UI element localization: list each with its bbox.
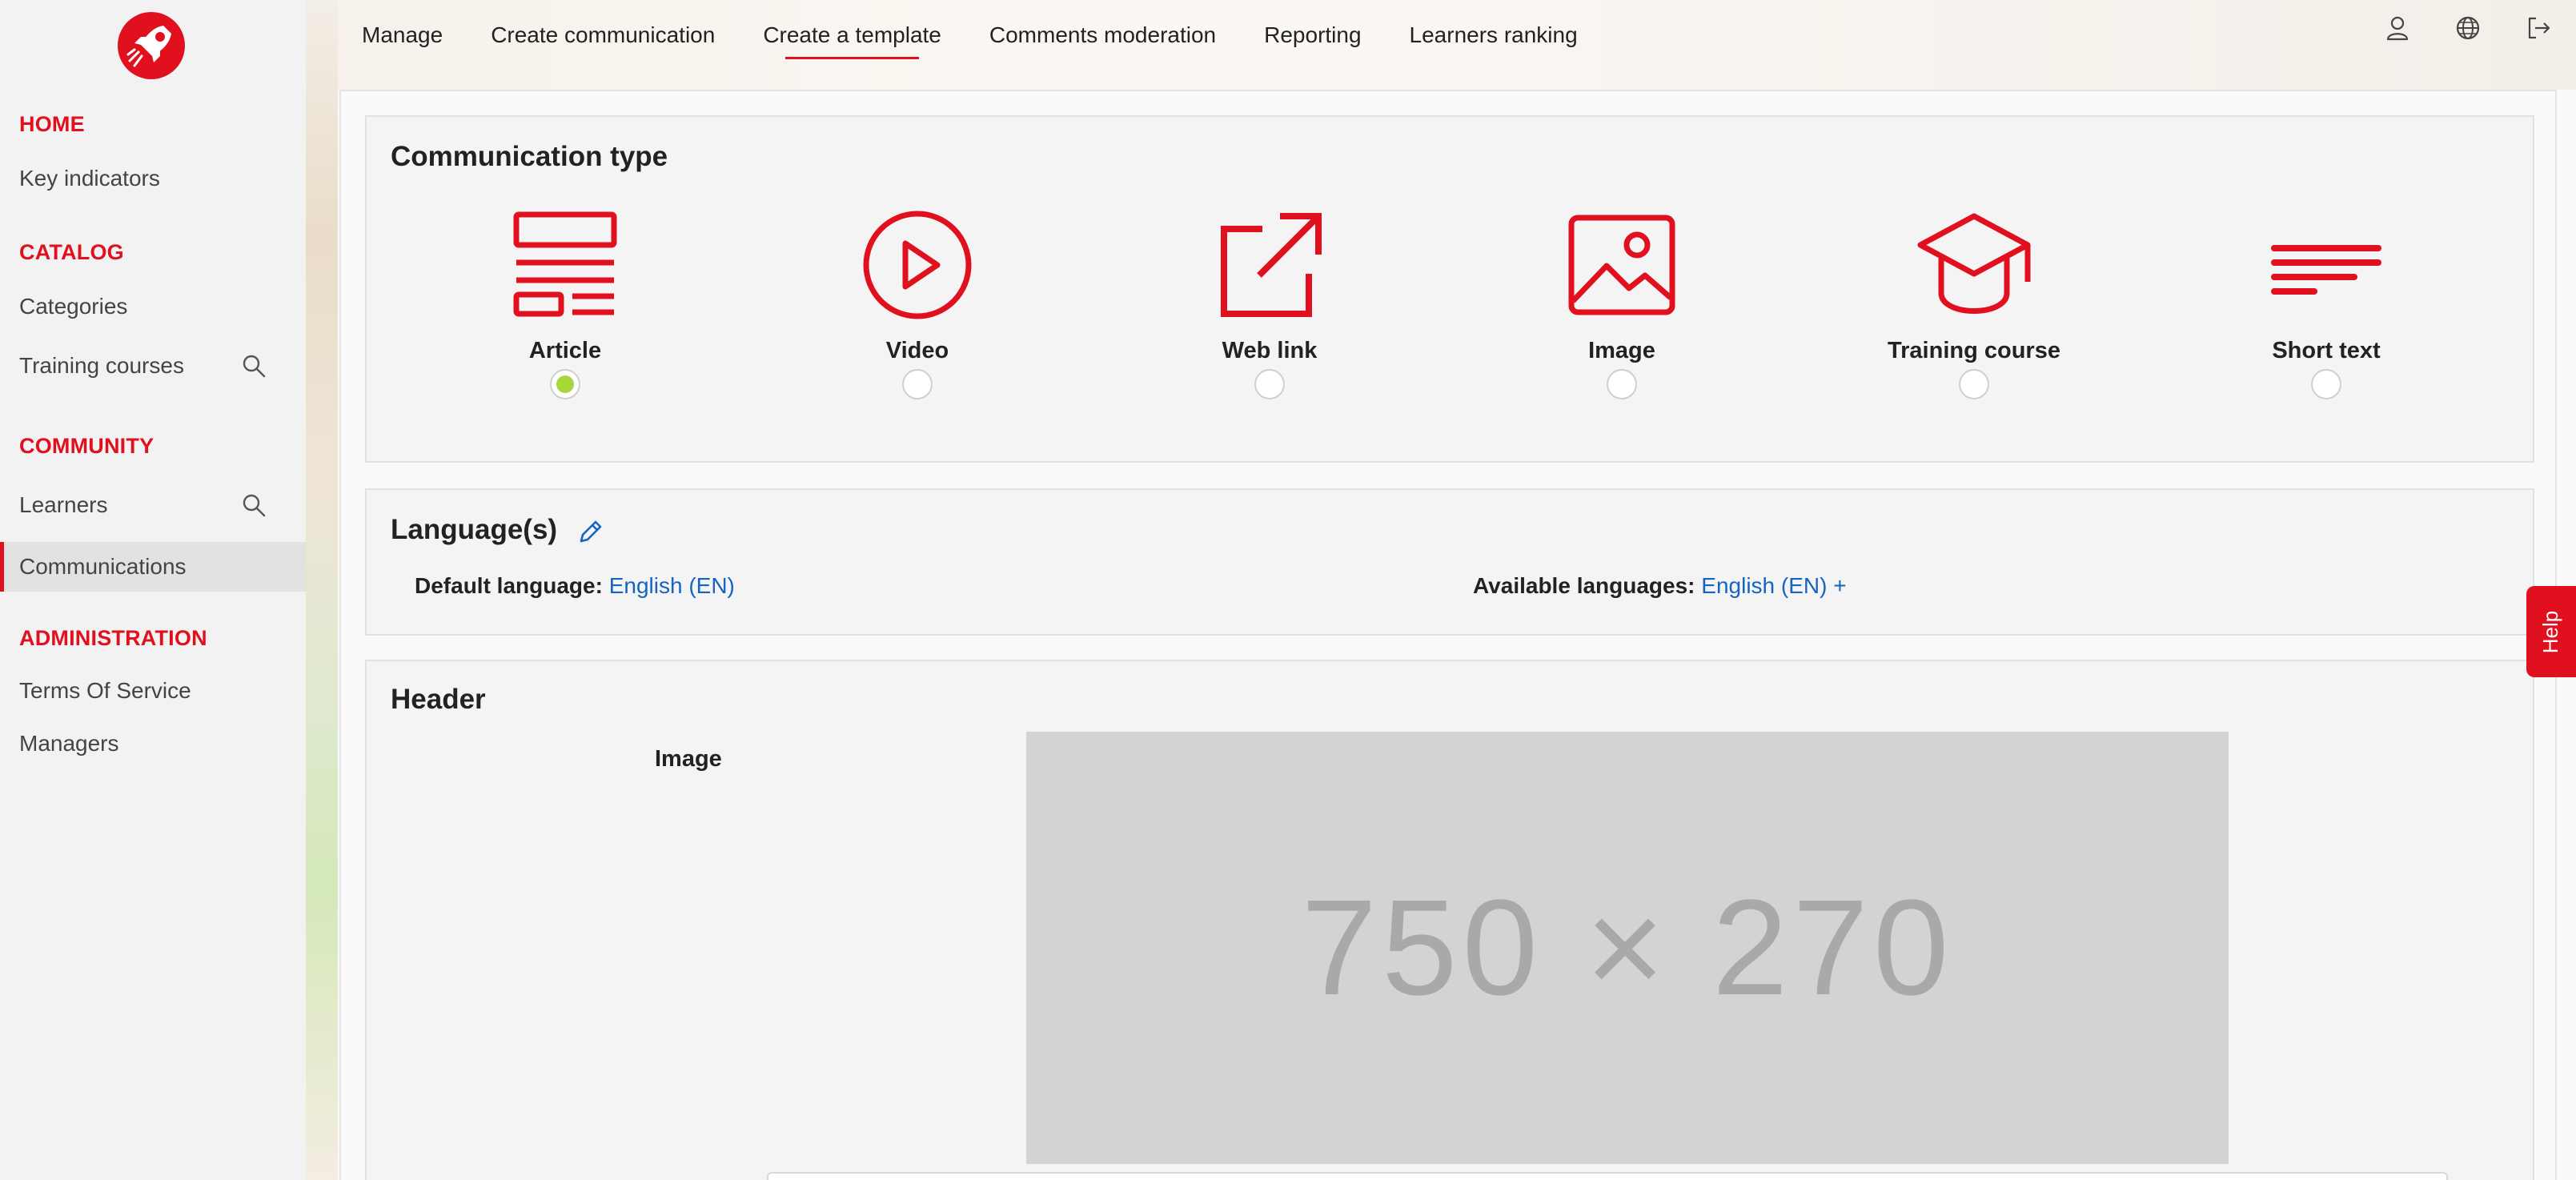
radio-short-text[interactable] <box>2311 369 2341 399</box>
external-link-icon <box>1221 213 1322 317</box>
header-card: Header Image 750 × 270 <box>365 660 2534 1180</box>
radio-selected-dot <box>556 375 574 393</box>
type-label: Image <box>1588 338 1655 363</box>
nav-section-home[interactable]: HOME <box>19 112 85 137</box>
section-title-header: Header <box>391 684 486 715</box>
sidebar-item-key-indicators[interactable]: Key indicators <box>0 154 306 203</box>
type-option-image[interactable]: Image <box>1502 205 1742 413</box>
nav-section-community[interactable]: COMMUNITY <box>19 434 154 459</box>
top-navigation: Manage Create communication Create a tem… <box>362 0 1578 70</box>
section-title-communication-type: Communication type <box>391 141 668 172</box>
sidebar-item-learners[interactable]: Learners <box>0 480 306 530</box>
default-language-link[interactable]: English (EN) <box>609 573 735 598</box>
type-label: Web link <box>1222 338 1318 363</box>
short-text-icon <box>2271 245 2381 295</box>
next-field-edge <box>767 1172 2448 1180</box>
logout-icon[interactable] <box>2525 14 2552 42</box>
available-languages-row: Available languages: English (EN) + <box>1473 573 1847 599</box>
main-panel: Communication type Article Video Web lin… <box>339 90 2557 1180</box>
sidebar-item-label: Training courses <box>19 353 184 378</box>
search-icon[interactable] <box>242 354 266 378</box>
type-option-article[interactable]: Article <box>445 205 685 413</box>
help-label: Help <box>2538 610 2563 653</box>
pencil-edit-icon[interactable] <box>576 517 605 546</box>
communication-type-options: Article Video Web link Image Training co… <box>391 205 2512 413</box>
type-option-short-text[interactable]: Short text <box>2206 205 2446 413</box>
tab-reporting[interactable]: Reporting <box>1264 18 1361 53</box>
type-option-video[interactable]: Video <box>797 205 1037 413</box>
type-label: Short text <box>2272 338 2381 363</box>
radio-image[interactable] <box>1607 369 1637 399</box>
sidebar-item-terms-of-service[interactable]: Terms Of Service <box>0 666 306 716</box>
sidebar-item-label: Categories <box>19 294 128 319</box>
sidebar-item-communications[interactable]: Communications <box>0 542 306 592</box>
available-languages-label: Available languages: <box>1473 573 1695 598</box>
radio-training-course[interactable] <box>1959 369 1989 399</box>
sidebar-item-label: Terms Of Service <box>19 678 191 703</box>
languages-card: Language(s) Default language: English (E… <box>365 488 2534 636</box>
header-image-label: Image <box>655 746 722 772</box>
type-label: Video <box>885 338 949 363</box>
sidebar: HOME Key indicators CATALOG Categories T… <box>0 0 306 1180</box>
header-image-placeholder[interactable]: 750 × 270 <box>1026 732 2229 1164</box>
globe-icon[interactable] <box>2454 14 2482 42</box>
rocket-logo-icon[interactable] <box>115 10 187 82</box>
radio-article[interactable] <box>550 369 580 399</box>
tab-create-a-template[interactable]: Create a template <box>763 18 941 59</box>
graduation-cap-icon <box>1917 213 2031 314</box>
radio-video[interactable] <box>902 369 933 399</box>
placeholder-dimensions-text: 750 × 270 <box>1301 872 1954 1024</box>
video-play-icon <box>863 211 972 319</box>
sidebar-item-categories[interactable]: Categories <box>0 282 306 331</box>
type-label: Training course <box>1888 338 2060 363</box>
sidebar-item-label: Key indicators <box>19 166 160 191</box>
radio-web-link[interactable] <box>1254 369 1285 399</box>
sidebar-item-managers[interactable]: Managers <box>0 719 306 769</box>
available-languages-link[interactable]: English (EN) + <box>1701 573 1846 598</box>
sidebar-item-label: Learners <box>19 492 108 517</box>
tab-create-communication[interactable]: Create communication <box>491 18 715 53</box>
tab-comments-moderation[interactable]: Comments moderation <box>989 18 1216 53</box>
type-label: Article <box>528 338 602 363</box>
sidebar-item-label: Managers <box>19 731 119 756</box>
sidebar-item-training-courses[interactable]: Training courses <box>0 341 306 391</box>
search-icon[interactable] <box>242 493 266 517</box>
type-option-training-course[interactable]: Training course <box>1854 205 2094 413</box>
article-icon <box>513 211 617 317</box>
user-icon[interactable] <box>2384 14 2411 42</box>
nav-section-administration[interactable]: ADMINISTRATION <box>19 626 207 651</box>
top-right-icons <box>2384 14 2552 42</box>
nav-section-catalog[interactable]: CATALOG <box>19 240 124 265</box>
communication-type-card: Communication type Article Video Web lin… <box>365 115 2534 463</box>
default-language-row: Default language: English (EN) <box>415 573 735 599</box>
tab-manage[interactable]: Manage <box>362 18 443 53</box>
help-button[interactable]: Help <box>2526 586 2576 677</box>
tab-learners-ranking[interactable]: Learners ranking <box>1410 18 1578 53</box>
sidebar-item-label: Communications <box>19 554 187 579</box>
section-title-languages: Language(s) <box>391 514 558 545</box>
image-icon <box>1568 215 1675 315</box>
default-language-label: Default language: <box>415 573 603 598</box>
background-strip <box>306 0 338 1180</box>
type-option-web-link[interactable]: Web link <box>1150 205 1390 413</box>
